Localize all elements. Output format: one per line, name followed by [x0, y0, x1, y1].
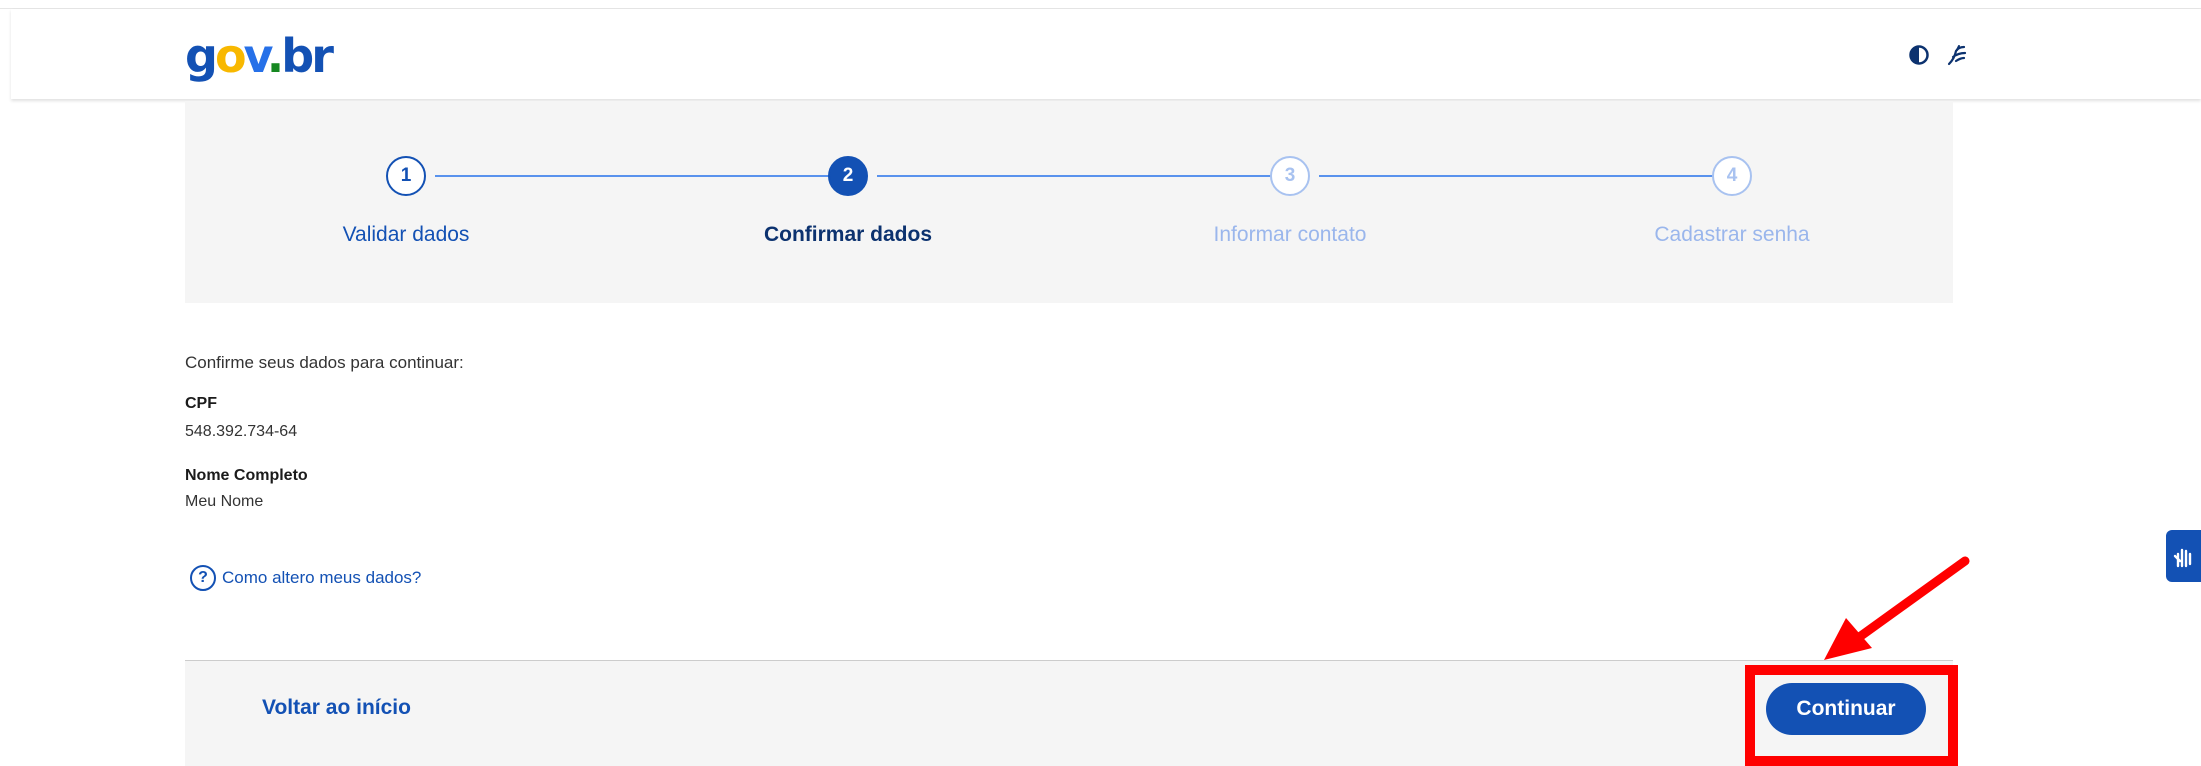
step-number: 2: [828, 156, 868, 196]
annotation-arrow-icon: [1824, 556, 1970, 660]
progress-stepper: 1 Validar dados 2 Confirmar dados 3 Info…: [185, 101, 1953, 303]
annotation-highlight-box: [1745, 665, 1958, 766]
step-label: Confirmar dados: [763, 223, 933, 246]
step-informar-contato: 3 Informar contato: [1140, 101, 1440, 303]
back-to-start-button[interactable]: Voltar ao início: [262, 696, 411, 720]
govbr-logo[interactable]: gov.br: [185, 26, 334, 86]
confirm-data-section: Confirme seus dados para continuar:: [185, 353, 464, 373]
change-data-help-link[interactable]: ? Como altero meus dados?: [190, 565, 421, 591]
full-name-value: Meu Nome: [185, 493, 264, 510]
help-link-label: Como altero meus dados?: [222, 568, 422, 587]
step-confirmar-dados: 2 Confirmar dados: [698, 101, 998, 303]
step-number: 1: [386, 156, 426, 196]
question-icon: ?: [190, 565, 216, 591]
step-number: 4: [1712, 156, 1752, 196]
site-header: gov.br: [11, 9, 2201, 99]
header-actions: [1908, 40, 1970, 70]
step-label: Cadastrar senha: [1654, 223, 1810, 246]
full-name-label: Nome Completo: [185, 467, 308, 484]
step-number: 3: [1270, 156, 1310, 196]
libras-hand-icon[interactable]: [1944, 42, 1970, 68]
step-label: Validar dados: [342, 223, 470, 246]
cpf-value: 548.392.734-64: [185, 423, 298, 440]
step-label: Informar contato: [1213, 223, 1367, 246]
intro-text: Confirme seus dados para continuar:: [185, 353, 464, 372]
step-validar-dados[interactable]: 1 Validar dados: [256, 101, 556, 303]
action-bar: Voltar ao início Continuar: [185, 660, 1953, 766]
hands-icon: [2173, 548, 2191, 568]
step-cadastrar-senha: 4 Cadastrar senha: [1582, 101, 1882, 303]
cpf-label: CPF: [185, 395, 217, 412]
libras-widget-button[interactable]: [2166, 530, 2201, 582]
contrast-icon[interactable]: [1908, 44, 1930, 66]
